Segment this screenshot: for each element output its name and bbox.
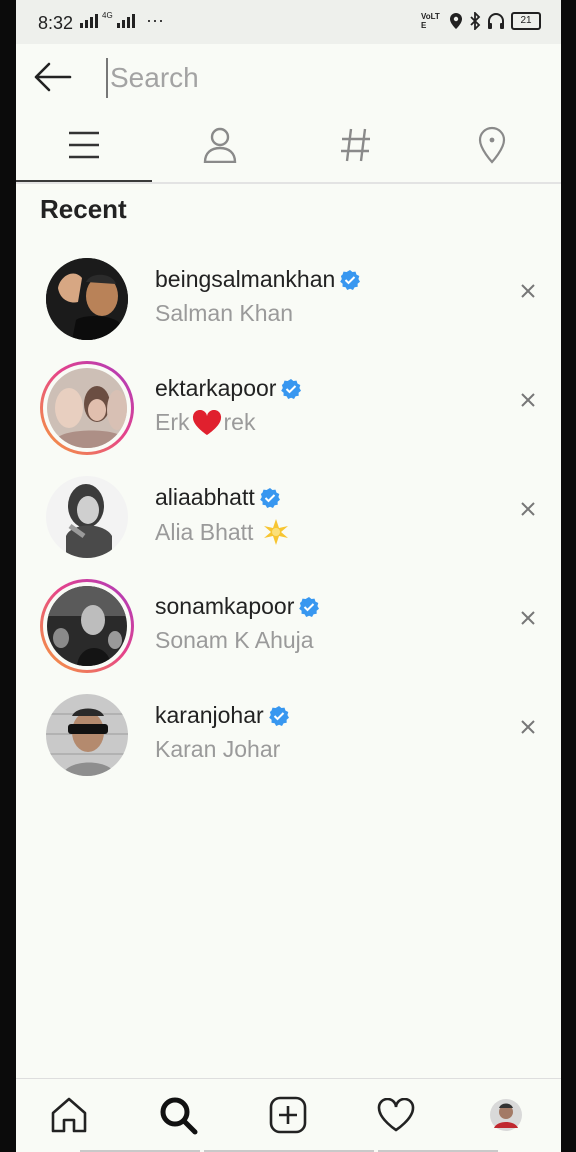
bottom-nav xyxy=(16,1078,561,1152)
full-name: Sonam K Ahuja xyxy=(155,627,314,654)
hashtag-icon xyxy=(341,128,370,162)
status-right: VoLTE 21 xyxy=(421,12,541,30)
recent-item[interactable]: ektarkapoor Erk rek xyxy=(16,357,561,457)
username-text: karanjohar xyxy=(155,702,264,728)
home-icon xyxy=(51,1097,87,1133)
nav-search-button[interactable] xyxy=(156,1093,200,1137)
username-text: aliaabhatt xyxy=(155,484,255,510)
avatar[interactable] xyxy=(40,688,134,782)
search-header xyxy=(16,44,561,110)
recent-item[interactable]: sonamkapoor Sonam K Ahuja xyxy=(16,575,561,675)
full-name: Salman Khan xyxy=(155,300,293,327)
tab-accounts[interactable] xyxy=(152,110,288,180)
search-tabs xyxy=(16,110,561,184)
screen: 8:32 4G ··· VoLTE 21 Search Recent being… xyxy=(16,0,561,1152)
username: beingsalmankhan xyxy=(155,266,361,293)
avatar-photo xyxy=(47,586,127,666)
full-name-text: Salman Khan xyxy=(155,300,294,326)
tab-places[interactable] xyxy=(424,110,560,180)
full-name-text: Karan Johar xyxy=(155,736,281,762)
tab-tags[interactable] xyxy=(288,110,424,180)
back-arrow-icon[interactable] xyxy=(32,60,72,94)
bluetooth-icon xyxy=(470,12,481,30)
nav-new-post-button[interactable] xyxy=(266,1093,310,1137)
username: karanjohar xyxy=(155,702,290,729)
full-name: Alia Bhatt xyxy=(155,518,290,546)
close-icon[interactable] xyxy=(519,609,537,627)
recent-item[interactable]: aliaabhatt Alia Bhatt xyxy=(16,466,561,566)
avatar-story-ring[interactable] xyxy=(40,579,134,673)
verified-badge-icon xyxy=(259,487,280,508)
nav-home-button[interactable] xyxy=(47,1093,91,1137)
full-name-text: Sonam K Ahuja xyxy=(155,627,314,653)
location-pin-icon xyxy=(478,126,506,164)
status-time: 8:32 xyxy=(38,13,74,33)
username: aliaabhatt xyxy=(155,484,281,511)
tab-top[interactable] xyxy=(16,110,152,182)
nav-profile-button[interactable] xyxy=(484,1093,528,1137)
recent-item[interactable]: beingsalmankhan Salman Khan xyxy=(16,248,561,348)
avatar[interactable] xyxy=(40,470,134,564)
username-text: beingsalmankhan xyxy=(155,266,336,292)
search-icon xyxy=(160,1097,198,1135)
heart-emoji-icon xyxy=(192,409,221,435)
avatar[interactable] xyxy=(40,252,134,346)
avatar-story-ring[interactable] xyxy=(40,361,134,455)
username-text: ektarkapoor xyxy=(155,375,277,401)
close-icon[interactable] xyxy=(519,391,537,409)
heart-icon xyxy=(377,1098,415,1132)
plus-square-icon xyxy=(269,1096,307,1134)
more-notifications-icon: ··· xyxy=(146,10,164,30)
headphones-icon xyxy=(488,13,504,29)
verified-badge-icon xyxy=(268,705,289,726)
avatar-photo xyxy=(47,368,127,448)
avatar-photo xyxy=(46,476,128,558)
network-label: 4G xyxy=(102,11,113,20)
search-input[interactable] xyxy=(106,58,532,98)
full-name: Karan Johar xyxy=(155,736,280,763)
username-text: sonamkapoor xyxy=(155,593,295,619)
sparkle-emoji-icon xyxy=(263,519,288,545)
close-icon[interactable] xyxy=(519,282,537,300)
person-icon xyxy=(203,127,237,163)
location-status-icon xyxy=(450,13,462,29)
profile-avatar-icon xyxy=(490,1099,522,1131)
avatar-photo xyxy=(46,258,128,340)
close-icon[interactable] xyxy=(519,500,537,518)
status-bar: 8:32 4G ··· VoLTE 21 xyxy=(16,0,561,44)
full-name-text: Alia Bhatt xyxy=(155,518,260,545)
full-name-text-suffix: rek xyxy=(223,409,256,435)
close-icon[interactable] xyxy=(519,718,537,736)
verified-badge-icon xyxy=(299,596,320,617)
recent-item[interactable]: karanjohar Karan Johar xyxy=(16,684,561,784)
full-name-text: Erk xyxy=(155,409,190,435)
username: sonamkapoor xyxy=(155,593,320,620)
battery-icon: 21 xyxy=(511,12,541,30)
avatar-photo xyxy=(46,694,128,776)
verified-badge-icon xyxy=(281,378,302,399)
recent-heading: Recent xyxy=(40,194,127,224)
signal-icon: 4G xyxy=(80,11,135,28)
volte-icon: VoLTE xyxy=(421,12,440,30)
nav-activity-button[interactable] xyxy=(374,1093,418,1137)
username: ektarkapoor xyxy=(155,375,302,402)
verified-badge-icon xyxy=(340,269,361,290)
menu-lines-icon xyxy=(69,131,99,159)
full-name: Erk rek xyxy=(155,409,255,436)
